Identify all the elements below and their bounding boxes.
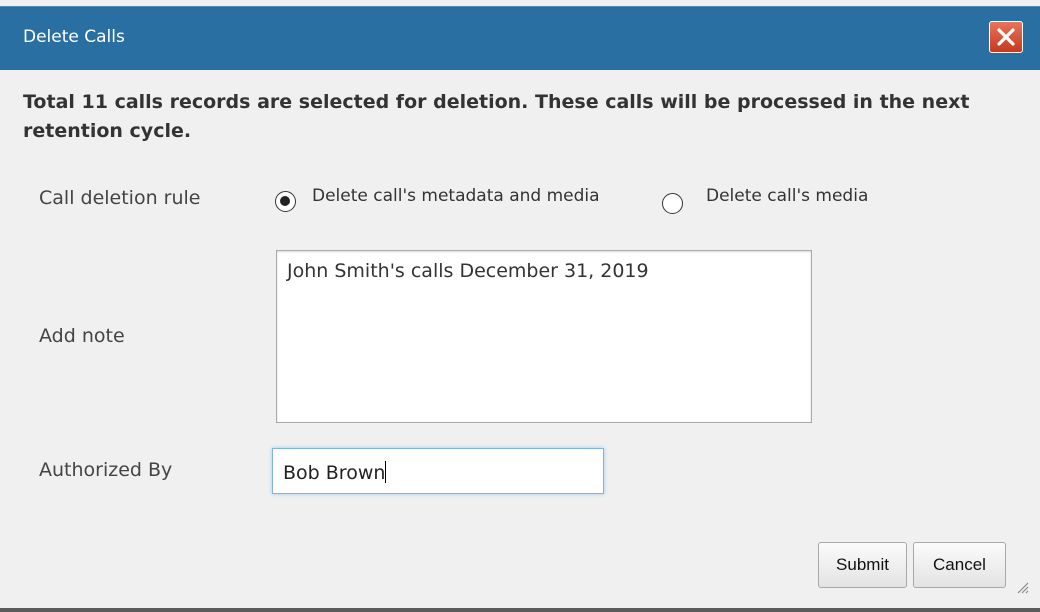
deletion-rule-label: Call deletion rule [39,187,201,209]
radio-selected-dot [280,196,290,206]
dialog-title: Delete Calls [23,27,125,47]
authorized-by-input[interactable]: Bob Brown [272,448,604,494]
dialog-titlebar[interactable]: Delete Calls [0,6,1040,70]
resize-grip-icon[interactable] [1015,580,1029,594]
radio-label-metadata-and-media[interactable]: Delete call's metadata and media [312,186,600,206]
radio-media-only[interactable] [662,193,683,214]
authorized-by-label: Authorized By [39,459,173,481]
submit-button[interactable]: Submit [818,542,907,588]
deletion-message: Total 11 calls records are selected for … [23,91,970,142]
cancel-button[interactable]: Cancel [913,542,1006,588]
add-note-label: Add note [39,325,125,347]
close-x-icon [997,28,1015,46]
close-button[interactable] [989,21,1023,53]
delete-calls-dialog: Delete Calls Total 11 calls records are … [0,0,1040,612]
radio-label-media-only[interactable]: Delete call's media [706,186,868,206]
radio-metadata-and-media[interactable] [275,191,296,212]
text-caret [385,461,387,483]
note-textarea[interactable]: John Smith's calls December 31, 2019 [276,250,812,423]
authorized-by-value: Bob Brown [283,462,386,484]
